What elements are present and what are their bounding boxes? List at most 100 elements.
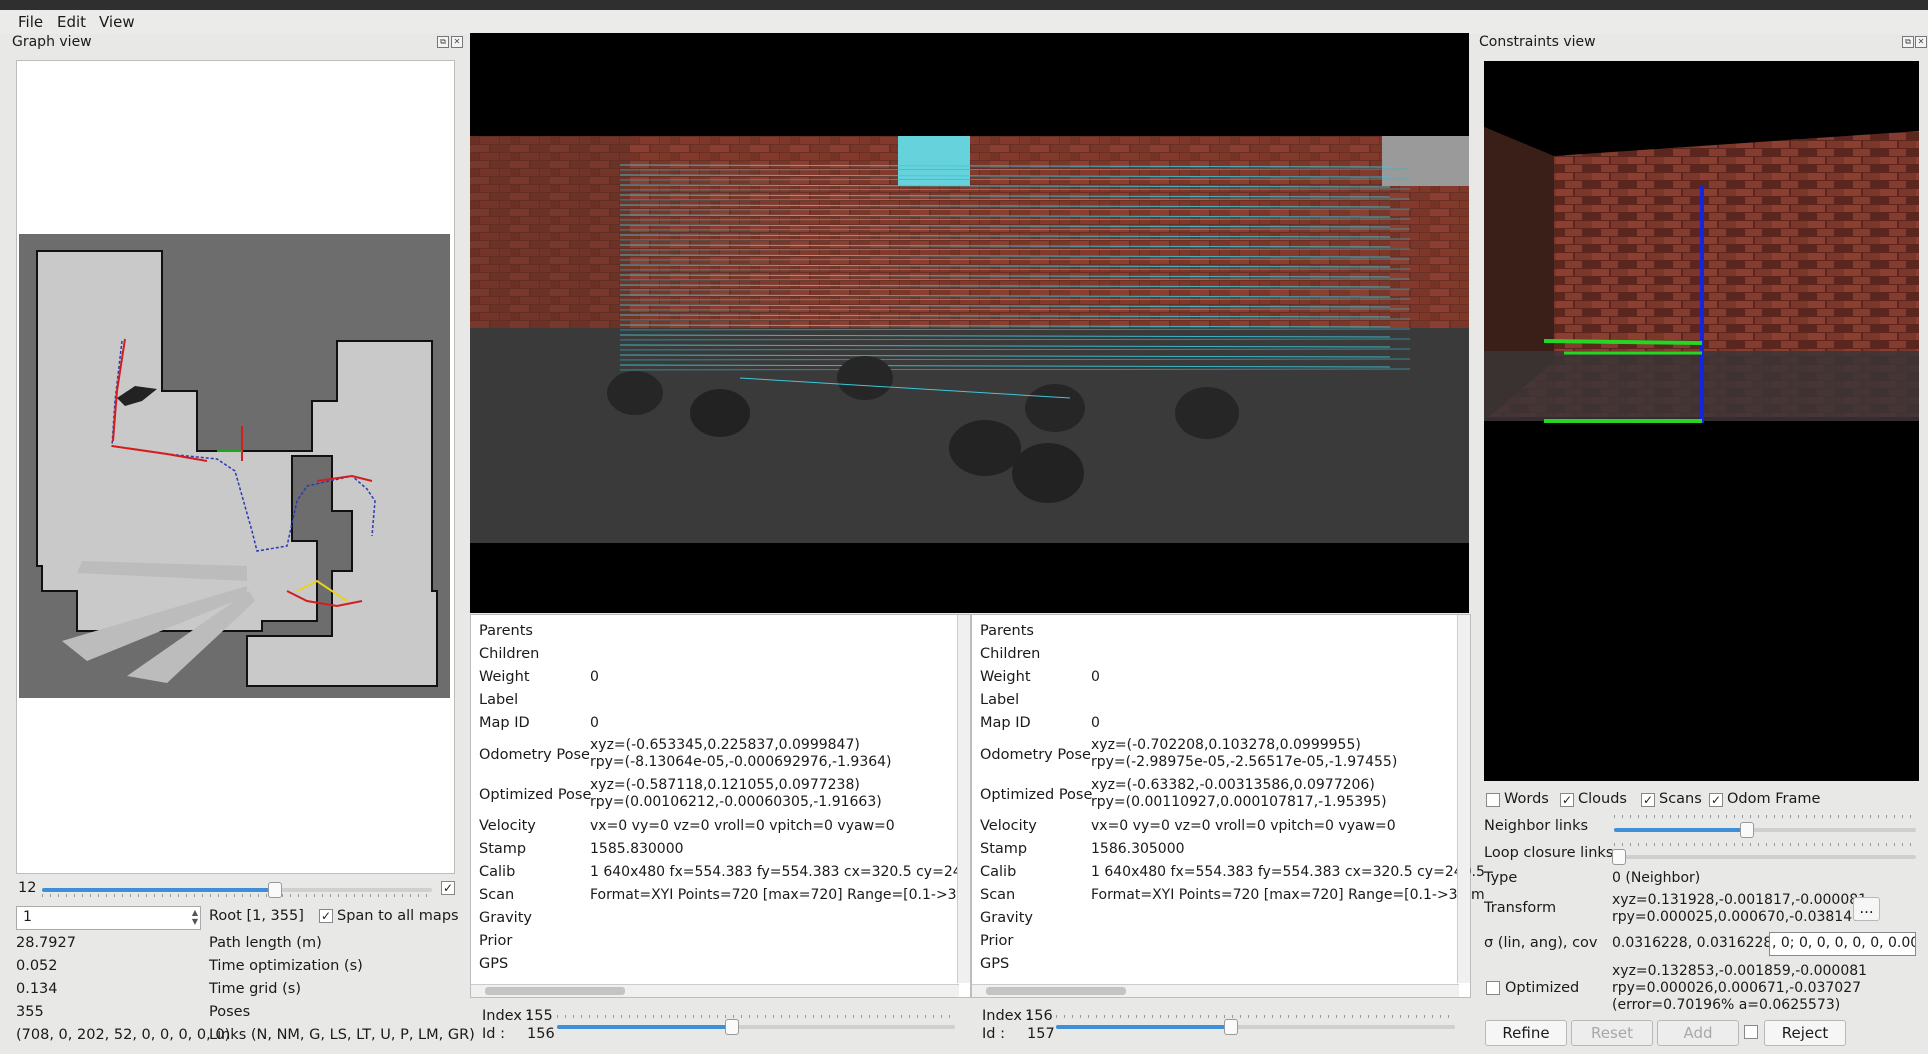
node-field-label: GPS: [980, 956, 1010, 972]
constraints-view-title: Constraints view: [1479, 34, 1596, 50]
loop-closure-links-slider[interactable]: [1614, 855, 1916, 859]
transform-edit-button[interactable]: ...: [1853, 897, 1880, 921]
graph-slider-handle[interactable]: [268, 882, 282, 898]
node-field-label: Velocity: [980, 818, 1037, 834]
node-field-label: Odometry Pose: [479, 747, 590, 763]
node-info-left[interactable]: Parents Children Weight 0 Label Map ID 0 Odomet…: [470, 614, 984, 998]
toggle-label: Scans: [1659, 791, 1702, 807]
left-horizontal-scrollbar[interactable]: [471, 984, 959, 997]
left-hscroll-thumb[interactable]: [485, 987, 625, 995]
stat-value: (708, 0, 202, 52, 0, 0, 0, 0, 0): [16, 1027, 231, 1043]
node-field-label: Children: [980, 646, 1041, 662]
node-field-value: vx=0 vy=0 vz=0 vroll=0 vpitch=0 vyaw=0: [590, 818, 895, 834]
node-field-label: Optimized Pose: [479, 787, 592, 803]
node-info-right[interactable]: Parents Children Weight 0 Label Map ID 0 Odomet…: [971, 614, 1485, 998]
node-field-label: Odometry Pose: [980, 747, 1091, 763]
node-field-value: vx=0 vy=0 vz=0 vroll=0 vpitch=0 vyaw=0: [1091, 818, 1396, 834]
add-button[interactable]: Add: [1657, 1020, 1739, 1046]
optimized-xyz: xyz=0.132853,-0.001859,-0.000081: [1612, 963, 1868, 979]
right-index-ticks: [1056, 1015, 1455, 1018]
node-field-label: Label: [980, 692, 1020, 708]
undock-icon[interactable]: ⧉: [437, 36, 449, 48]
node-field-label: Scan: [980, 887, 1016, 903]
node-field-label: Optimized Pose: [980, 787, 1093, 803]
neighbor-links-label: Neighbor links: [1484, 818, 1589, 834]
stat-value: 0.052: [16, 958, 58, 974]
neighbor-links-fill: [1614, 828, 1746, 832]
right-index-handle[interactable]: [1224, 1019, 1238, 1035]
left-vertical-scrollbar[interactable]: [957, 615, 970, 983]
root-spinbox[interactable]: 1 ▲ ▼: [16, 906, 201, 930]
toggle-checkbox[interactable]: ✓: [1641, 793, 1655, 807]
toggle-checkbox[interactable]: ✓: [1709, 793, 1723, 807]
right-index-value: 156: [1025, 1008, 1053, 1024]
node-field-label: Map ID: [980, 715, 1031, 731]
optimized-checkbox[interactable]: [1486, 981, 1500, 995]
toggle-checkbox[interactable]: [1486, 793, 1500, 807]
reject-button[interactable]: Reject: [1764, 1020, 1846, 1046]
right-id-label: Id :: [982, 1026, 1005, 1042]
node-field-label: Weight: [980, 669, 1031, 685]
reject-checkbox[interactable]: [1744, 1025, 1758, 1039]
left-id-value: 156: [527, 1026, 555, 1042]
graph-checkbox[interactable]: ✓: [441, 881, 455, 895]
right-index-label: Index :: [982, 1008, 1032, 1024]
left-index-value: 155: [525, 1008, 553, 1024]
close-icon[interactable]: ✕: [451, 36, 463, 48]
node-field-value: 1585.830000: [590, 841, 684, 857]
stat-value: 0.134: [16, 981, 58, 997]
node-field-label: Label: [479, 692, 519, 708]
toggle-checkbox[interactable]: ✓: [1560, 793, 1574, 807]
node-field-label: Parents: [479, 623, 533, 639]
node-field-value: 1586.305000: [1091, 841, 1185, 857]
refine-button[interactable]: Refine: [1485, 1020, 1567, 1046]
node-field-value: rpy=(0.00106212,-0.00060305,-1.91663): [590, 794, 882, 810]
node-field-label: GPS: [479, 956, 509, 972]
node-field-value: 1 640x480 fx=554.383 fy=554.383 cx=320.5…: [590, 864, 984, 880]
node-field-value: 1 640x480 fx=554.383 fy=554.383 cx=320.5…: [1091, 864, 1485, 880]
transform-rpy: rpy=0.000025,0.000670,-0.038147: [1612, 909, 1862, 925]
right-horizontal-scrollbar[interactable]: [972, 984, 1459, 997]
covariance-field[interactable]: , 0; 0, 0, 0, 0, 0, 0.001]: [1769, 932, 1916, 956]
node-field-value: xyz=(-0.587118,0.121055,0.0977238): [590, 777, 860, 793]
menu-edit[interactable]: Edit: [57, 13, 86, 31]
graph-view-title: Graph view: [12, 34, 92, 50]
node-field-value: xyz=(-0.63382,-0.00313586,0.0977206): [1091, 777, 1375, 793]
loop-links-ticks: [1614, 843, 1916, 846]
image-view[interactable]: [470, 33, 1469, 613]
stat-label: Links (N, NM, G, LS, LT, U, P, LM, GR): [209, 1027, 475, 1043]
window-titlebar: [0, 0, 1928, 10]
span-checkbox[interactable]: ✓: [319, 909, 333, 923]
undock-icon[interactable]: ⧉: [1902, 36, 1914, 48]
node-field-value: Format=XYI Points=720 [max=720] Range=[0…: [590, 887, 984, 903]
loop-closure-links-handle[interactable]: [1612, 849, 1626, 865]
scene-image: [470, 136, 1469, 543]
left-index-handle[interactable]: [725, 1019, 739, 1035]
node-field-value: xyz=(-0.653345,0.225837,0.0999847): [590, 737, 860, 753]
right-hscroll-thumb[interactable]: [986, 987, 1126, 995]
node-field-value: 0: [590, 669, 599, 685]
right-vertical-scrollbar[interactable]: [1457, 615, 1470, 983]
reset-button[interactable]: Reset: [1571, 1020, 1653, 1046]
node-field-label: Gravity: [479, 910, 532, 926]
optimized-rpy: rpy=0.000026,0.000671,-0.037027: [1612, 980, 1862, 996]
spin-arrows-icon[interactable]: ▲ ▼: [192, 908, 198, 926]
node-field-value: rpy=(-2.98975e-05,-2.56517e-05,-1.97455): [1091, 754, 1398, 770]
node-field-value: xyz=(-0.702208,0.103278,0.0999955): [1091, 737, 1361, 753]
neighbor-links-handle[interactable]: [1740, 822, 1754, 838]
menu-file[interactable]: File: [18, 13, 43, 31]
type-label: Type: [1484, 870, 1518, 886]
node-field-label: Velocity: [479, 818, 536, 834]
node-field-label: Map ID: [479, 715, 530, 731]
node-field-label: Stamp: [980, 841, 1028, 857]
menu-view[interactable]: View: [99, 13, 135, 31]
left-index-label: Index :: [482, 1008, 532, 1024]
span-label: Span to all maps: [337, 908, 459, 924]
constraints-3d-view[interactable]: [1484, 61, 1919, 781]
occupancy-map: [19, 234, 450, 698]
node-field-label: Scan: [479, 887, 515, 903]
menu-bar: File Edit View: [0, 10, 1928, 34]
graph-canvas[interactable]: [16, 60, 455, 874]
node-field-label: Stamp: [479, 841, 527, 857]
close-icon[interactable]: ✕: [1915, 36, 1927, 48]
